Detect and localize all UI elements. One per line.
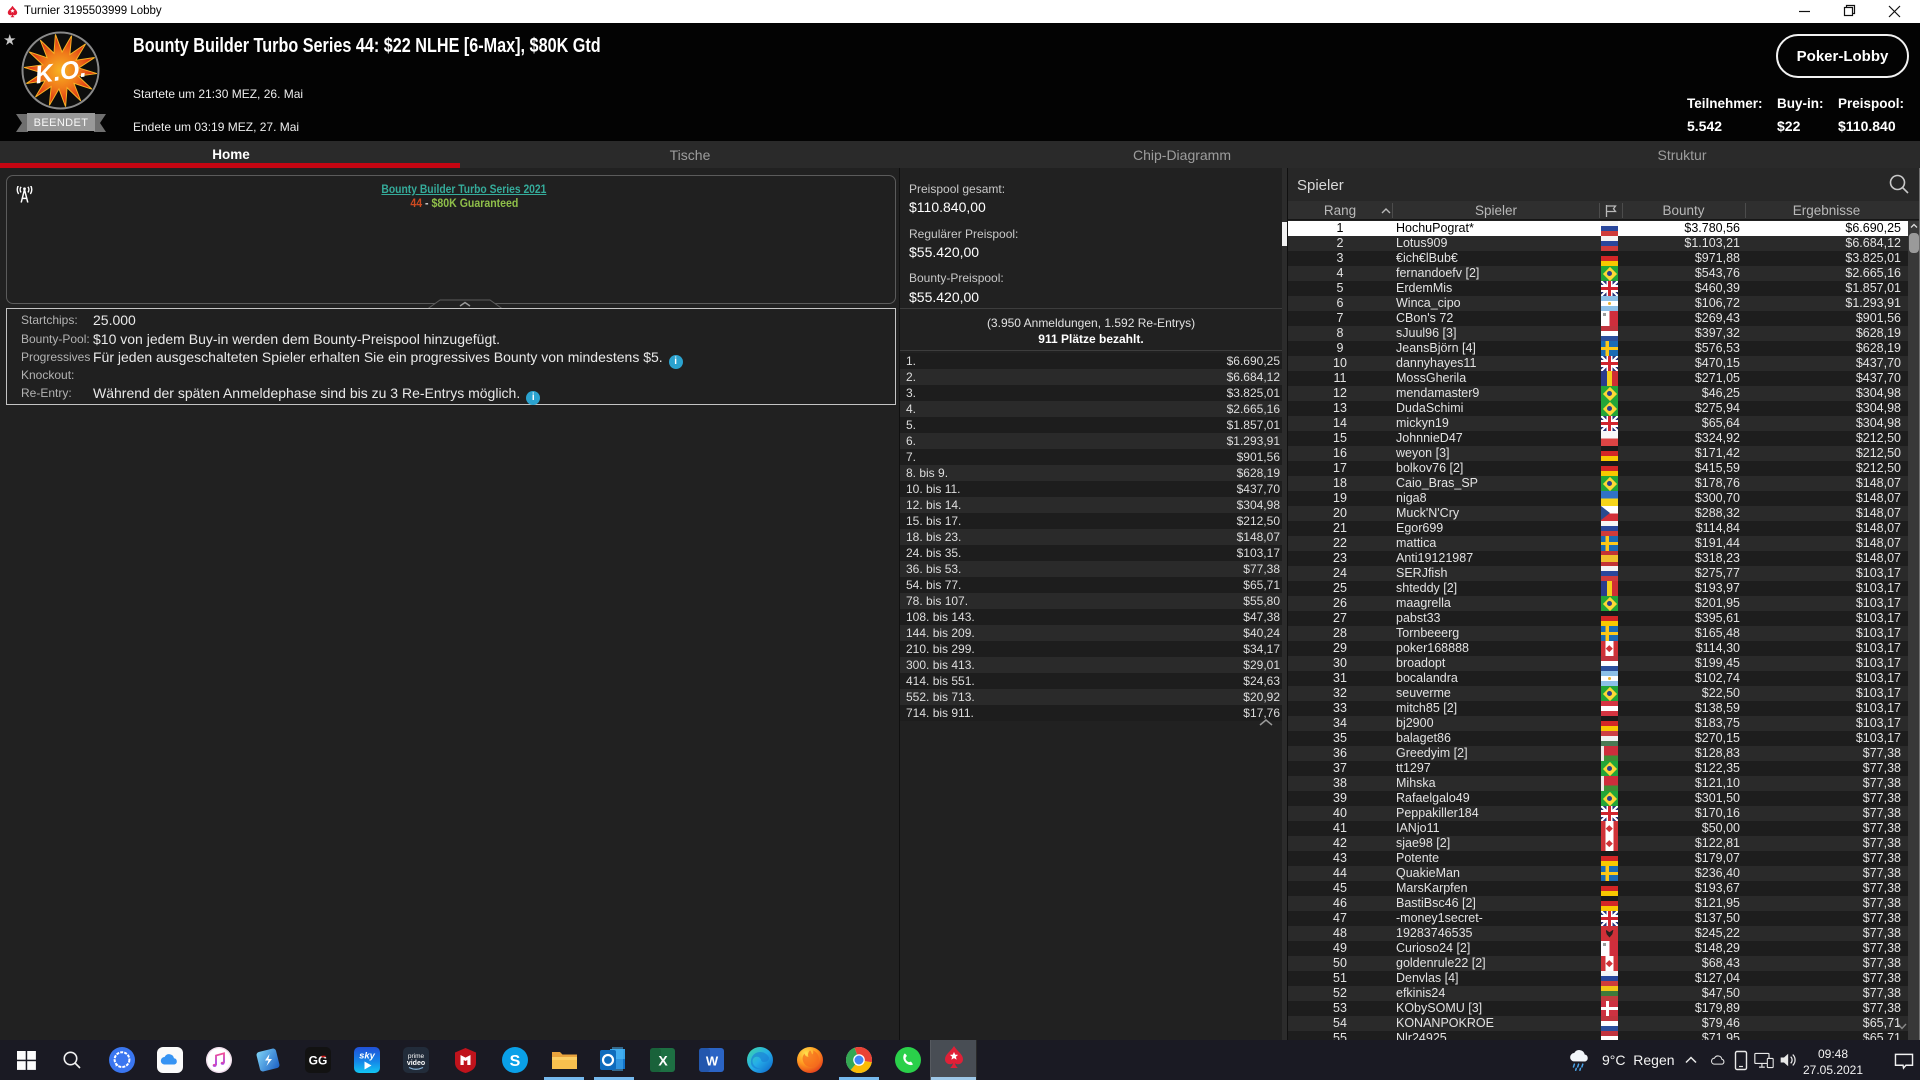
svg-text:prime: prime xyxy=(408,1053,425,1060)
svg-text:GG: GG xyxy=(309,1054,328,1068)
svg-text:sky: sky xyxy=(359,1051,376,1062)
svg-text:video: video xyxy=(407,1060,425,1067)
svg-text:BEENDET: BEENDET xyxy=(34,117,89,129)
svg-text:S: S xyxy=(510,1053,521,1070)
svg-text:X: X xyxy=(658,1053,668,1069)
svg-text:W: W xyxy=(706,1054,719,1069)
